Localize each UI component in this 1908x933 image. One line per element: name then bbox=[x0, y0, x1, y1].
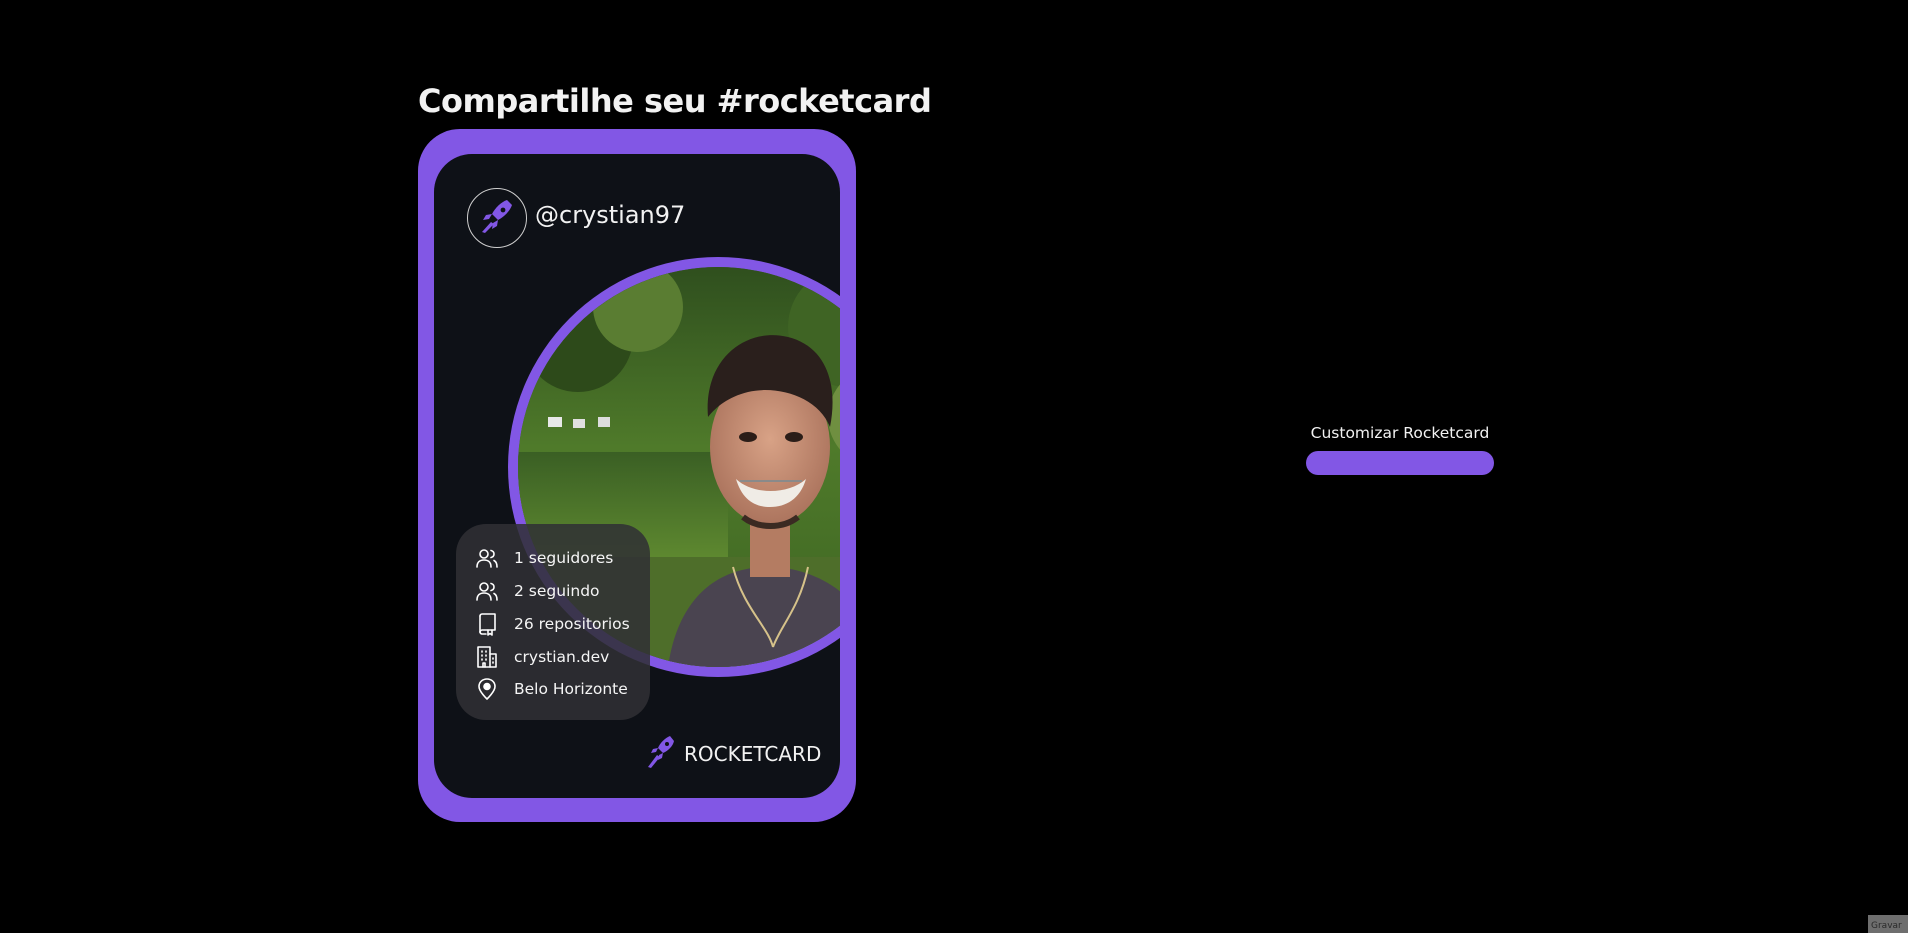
brand-label: ROCKETCARD bbox=[684, 742, 822, 766]
avatar-logo bbox=[467, 188, 527, 248]
rocketcard-frame: @crystian97 1 seguidores 2 seguindo 26 r… bbox=[418, 129, 856, 822]
rocketcard: @crystian97 1 seguidores 2 seguindo 26 r… bbox=[434, 154, 840, 798]
stat-repositories-label: 26 repositorios bbox=[514, 615, 630, 633]
username: @crystian97 bbox=[535, 201, 686, 229]
rocket-icon bbox=[477, 196, 517, 240]
stat-following-label: 2 seguindo bbox=[514, 582, 600, 600]
page-title: Compartilhe seu #rocketcard bbox=[418, 82, 932, 120]
stat-followers-label: 1 seguidores bbox=[514, 549, 614, 567]
corner-tab[interactable]: Gravar bbox=[1868, 915, 1908, 933]
stat-location-label: Belo Horizonte bbox=[514, 680, 628, 698]
users-icon bbox=[474, 578, 500, 604]
stat-company-label: crystian.dev bbox=[514, 648, 610, 666]
stat-company: crystian.dev bbox=[474, 643, 609, 671]
stat-location: Belo Horizonte bbox=[474, 675, 628, 703]
customize-label: Customizar Rocketcard bbox=[1310, 424, 1490, 442]
stat-following: 2 seguindo bbox=[474, 577, 600, 605]
customize-rocketcard-button[interactable] bbox=[1306, 451, 1494, 475]
stat-repositories: 26 repositorios bbox=[474, 610, 630, 638]
building-icon bbox=[474, 644, 500, 670]
profile-stats-panel: 1 seguidores 2 seguindo 26 repositorios … bbox=[456, 524, 650, 720]
rocket-icon bbox=[646, 734, 676, 774]
map-pin-icon bbox=[474, 676, 500, 702]
repository-icon bbox=[474, 611, 500, 637]
stat-followers: 1 seguidores bbox=[474, 544, 613, 572]
users-icon bbox=[474, 545, 500, 571]
rocketcard-brand: ROCKETCARD bbox=[646, 734, 821, 774]
page: Compartilhe seu #rocketcard @crystian97 bbox=[0, 0, 1908, 933]
